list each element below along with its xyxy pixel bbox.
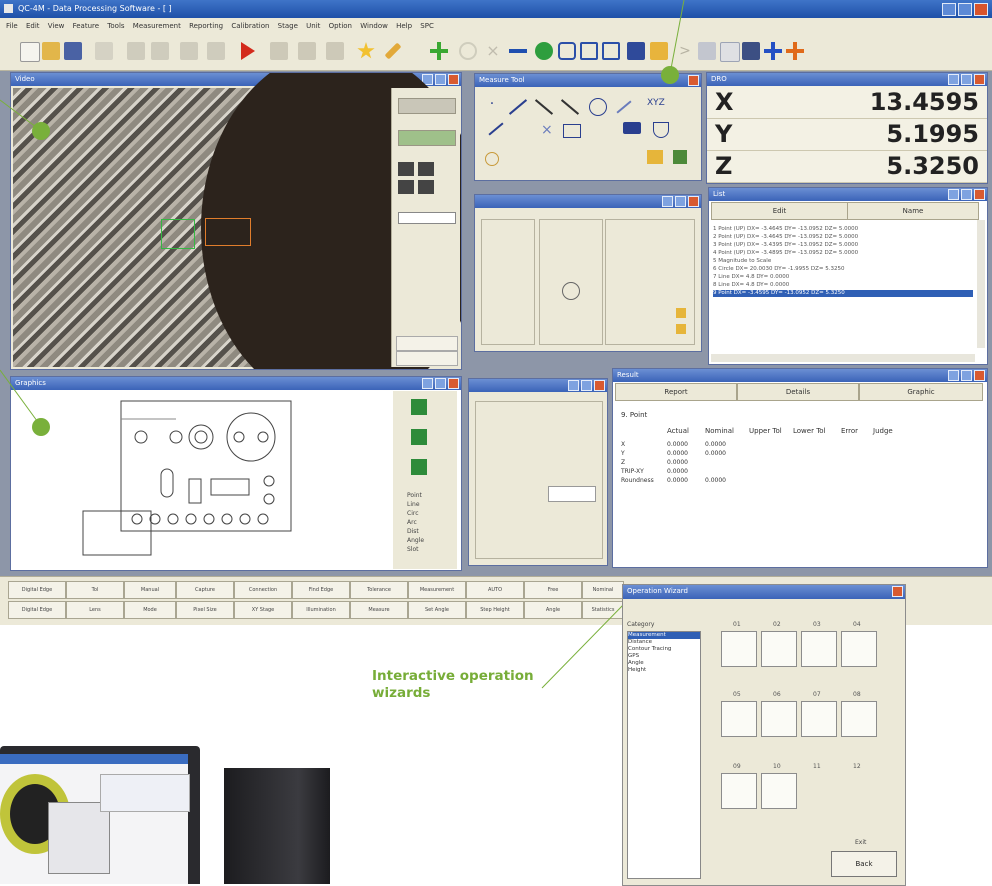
wizard-icon-header: 07 bbox=[813, 691, 821, 698]
wizard-icon-header: 10 bbox=[773, 763, 781, 770]
wizard-height-icon[interactable] bbox=[761, 701, 797, 737]
wizard-intersection-icon[interactable] bbox=[841, 701, 877, 737]
wizard-icon-header: 02 bbox=[773, 621, 781, 628]
wizard-category-item[interactable]: Height bbox=[628, 667, 700, 674]
wizard-back-button[interactable]: Back bbox=[831, 851, 897, 877]
wizard-width-icon[interactable] bbox=[721, 701, 757, 737]
pc-tower-photo bbox=[224, 768, 330, 884]
wizard-category-item[interactable]: Angle bbox=[628, 660, 700, 667]
wizard-angle-icon[interactable] bbox=[841, 631, 877, 667]
wizard-close-button[interactable] bbox=[892, 586, 903, 597]
wizard-category-item[interactable]: Contour Tracing bbox=[628, 646, 700, 653]
wizard-icon-header: 08 bbox=[853, 691, 861, 698]
wizard-circle-icon[interactable] bbox=[761, 631, 797, 667]
wizard-icon-header: 06 bbox=[773, 691, 781, 698]
wizard-category-item-selected[interactable]: Measurement bbox=[628, 632, 700, 639]
wizard-icon-header: 11 bbox=[813, 763, 821, 770]
wizard-category-list[interactable]: Measurement Distance Contour Tracing GPS… bbox=[627, 631, 701, 879]
callout-dot-graphics bbox=[32, 418, 50, 436]
wizard-exit-label: Exit bbox=[855, 839, 867, 846]
operation-wizard-dialog: Operation Wizard Category Measurement Di… bbox=[622, 584, 906, 886]
wizard-center-icon[interactable] bbox=[801, 701, 837, 737]
wizard-annotation-label: Interactive operation wizards bbox=[372, 668, 534, 701]
wizard-icon-header: 04 bbox=[853, 621, 861, 628]
wizard-icon-header: 12 bbox=[853, 763, 861, 770]
wizard-distance-icon[interactable] bbox=[801, 631, 837, 667]
wizard-category-item[interactable]: Distance bbox=[628, 639, 700, 646]
wizard-point-icon[interactable] bbox=[721, 631, 757, 667]
wizard-title: Operation Wizard bbox=[627, 587, 688, 595]
monitor-screen bbox=[0, 754, 190, 884]
wizard-icon-header: 09 bbox=[733, 763, 741, 770]
wizard-icon-header: 03 bbox=[813, 621, 821, 628]
wizard-icon-header: 01 bbox=[733, 621, 741, 628]
callout-dot-toolbar bbox=[661, 66, 679, 84]
wizard-line-icon[interactable] bbox=[761, 773, 797, 809]
monitor-photo bbox=[0, 746, 200, 884]
monitor-screen-dialog bbox=[48, 802, 110, 874]
wizard-icon-header: 05 bbox=[733, 691, 741, 698]
callout-dot-video bbox=[32, 122, 50, 140]
wizard-category-item[interactable]: GPS bbox=[628, 653, 700, 660]
wizard-v-groove-icon[interactable] bbox=[721, 773, 757, 809]
wizard-category-label: Category bbox=[627, 621, 655, 628]
